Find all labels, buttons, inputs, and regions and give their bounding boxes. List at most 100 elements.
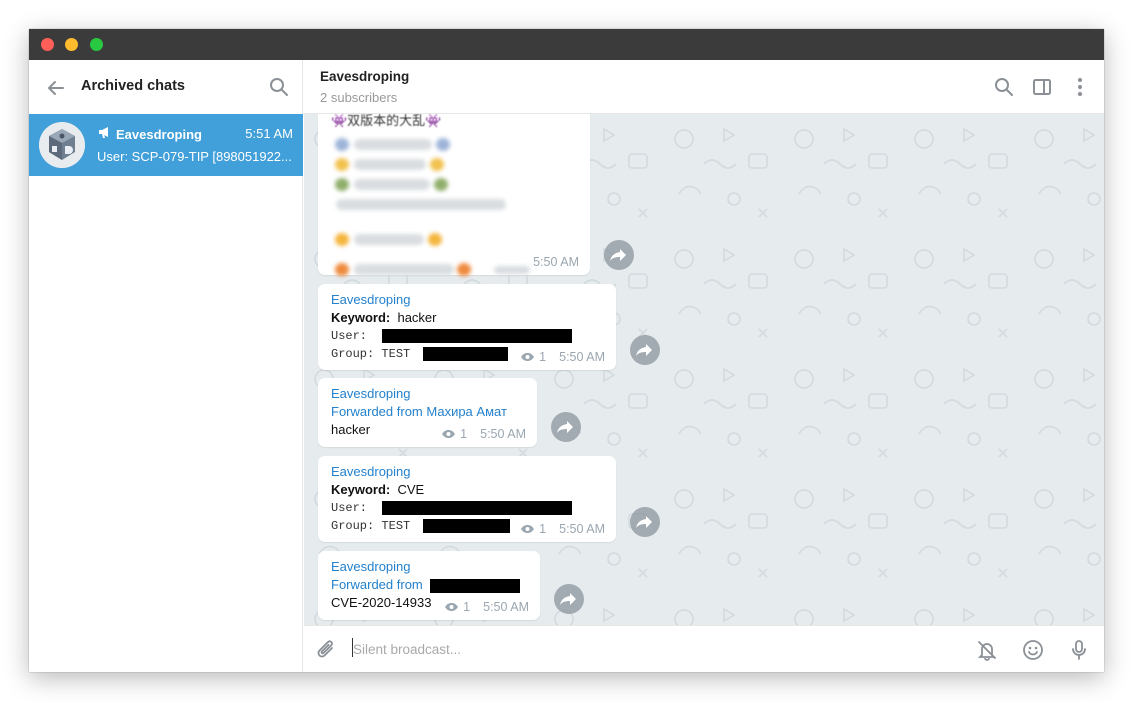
user-label: User: <box>331 501 368 515</box>
chat-time: 5:51 AM <box>245 126 293 141</box>
eye-icon <box>445 603 459 611</box>
sidebar: Archived chats Eavesdroping 5:51 AM User… <box>29 60 303 672</box>
message-bubble[interactable]: 👾双版本的大乱👾 5:50 AM <box>318 114 590 276</box>
message-input[interactable] <box>353 637 953 661</box>
eye-icon <box>521 525 535 533</box>
group-value: TEST <box>381 347 411 361</box>
message-author[interactable]: Eavesdroping <box>331 385 411 403</box>
sidebar-toggle-icon[interactable] <box>1030 75 1054 99</box>
group-value: TEST <box>381 519 411 533</box>
share-icon <box>557 421 573 433</box>
eye-icon <box>521 353 535 361</box>
blurred-emoji <box>335 178 349 191</box>
blurred-text <box>494 266 530 274</box>
share-icon <box>560 593 576 605</box>
message-time: 5:50 AM <box>480 427 526 441</box>
message-author[interactable]: Eavesdroping <box>331 463 411 481</box>
group-label: Group: <box>331 519 375 533</box>
message-meta: 1 5:50 AM <box>441 427 526 441</box>
blurred-text <box>336 199 506 210</box>
forwarded-from[interactable]: Forwarded from <box>331 577 423 592</box>
chat-list-item-eavesdroping[interactable]: Eavesdroping 5:51 AM User: SCP-079-TIP [… <box>29 114 303 176</box>
redacted-block <box>423 346 509 361</box>
share-button[interactable] <box>604 240 634 270</box>
blurred-text <box>354 159 426 170</box>
emoji-icon[interactable] <box>1020 637 1046 663</box>
blurred-text <box>354 264 454 275</box>
chat-panel: Eavesdroping 2 subscribers 👾双版本的大乱👾 5:50… <box>304 60 1104 672</box>
chat-name: Eavesdroping <box>116 126 202 142</box>
keyword-label: Keyword: <box>331 482 391 497</box>
blurred-text <box>354 179 430 190</box>
message-author[interactable]: Eavesdroping <box>331 291 411 309</box>
redacted-block <box>423 518 511 533</box>
group-label: Group: <box>331 347 375 361</box>
message-text: hacker <box>331 422 371 437</box>
forwarded-line: Forwarded from <box>331 576 521 594</box>
avatar <box>39 122 85 168</box>
view-count: 1 <box>441 427 467 441</box>
message-composer <box>304 625 1104 672</box>
chat-header: Eavesdroping 2 subscribers <box>304 60 1104 114</box>
chat-preview: User: SCP-079-TIP [898051922... <box>97 149 292 164</box>
share-button[interactable] <box>554 584 584 614</box>
message-time: 5:50 AM <box>483 600 529 614</box>
redacted-block <box>430 578 521 593</box>
forwarded-from[interactable]: Forwarded from Махира Амат <box>331 403 507 421</box>
megaphone-icon <box>98 125 112 144</box>
microphone-icon[interactable] <box>1066 637 1092 663</box>
close-window-button[interactable] <box>41 38 54 51</box>
share-button[interactable] <box>551 412 581 442</box>
sidebar-title: Archived chats <box>81 78 185 94</box>
message-text: CVE-2020-14933 <box>331 595 432 610</box>
message-bubble[interactable]: Eavesdroping Forwarded from CVE-2020-149… <box>318 551 540 620</box>
minimize-window-button[interactable] <box>65 38 78 51</box>
view-count: 1 <box>520 350 546 364</box>
group-line: Group: TEST <box>331 345 509 363</box>
message-bubble[interactable]: Eavesdroping Keyword: hacker User: Group… <box>318 284 616 370</box>
blurred-text <box>354 234 424 245</box>
message-bubble[interactable]: Eavesdroping Keyword: CVE User: Group: T… <box>318 456 616 542</box>
keyword-value: CVE <box>397 482 425 497</box>
window-titlebar <box>29 29 1104 60</box>
message-heading: 👾双版本的大乱👾 <box>331 114 442 128</box>
message-meta: 1 5:50 AM <box>520 522 605 536</box>
share-button[interactable] <box>630 335 660 365</box>
message-time: 5:50 AM <box>533 255 579 269</box>
blurred-emoji <box>430 158 444 171</box>
blurred-text <box>354 139 432 150</box>
message-meta: 5:50 AM <box>533 255 579 269</box>
maximize-window-button[interactable] <box>90 38 103 51</box>
share-icon <box>610 249 626 261</box>
chat-name-row: Eavesdroping <box>98 125 202 143</box>
keyword-line: Keyword: CVE <box>331 481 424 499</box>
redacted-block <box>382 500 573 515</box>
more-vertical-icon[interactable] <box>1068 75 1092 99</box>
sidebar-header: Archived chats <box>29 60 303 114</box>
user-line: User: <box>331 499 573 517</box>
share-icon <box>636 344 652 356</box>
blurred-emoji <box>457 263 471 276</box>
share-icon <box>636 516 652 528</box>
blurred-emoji <box>335 138 349 151</box>
view-count: 1 <box>520 522 546 536</box>
blurred-emoji <box>434 178 448 191</box>
keyword-label: Keyword: <box>331 310 391 325</box>
blurred-emoji <box>335 263 349 276</box>
blurred-emoji <box>428 233 442 246</box>
back-arrow-icon[interactable] <box>43 75 69 101</box>
search-icon[interactable] <box>992 75 1016 99</box>
message-bubble[interactable]: Eavesdroping Forwarded from Махира Амат … <box>318 378 537 447</box>
search-icon[interactable] <box>267 75 291 99</box>
app-window: Archived chats Eavesdroping 5:51 AM User… <box>29 29 1104 672</box>
message-author[interactable]: Eavesdroping <box>331 558 411 576</box>
message-list[interactable]: 👾双版本的大乱👾 5:50 AM Eavesdroping Keyword: h… <box>304 114 1104 625</box>
bell-off-icon[interactable] <box>974 637 1000 663</box>
redacted-block <box>382 328 573 343</box>
channel-subscribers: 2 subscribers <box>320 90 398 105</box>
user-label: User: <box>331 329 368 343</box>
paperclip-icon[interactable] <box>314 637 340 663</box>
share-button[interactable] <box>630 507 660 537</box>
channel-title[interactable]: Eavesdroping <box>320 69 409 84</box>
view-count: 1 <box>444 600 470 614</box>
